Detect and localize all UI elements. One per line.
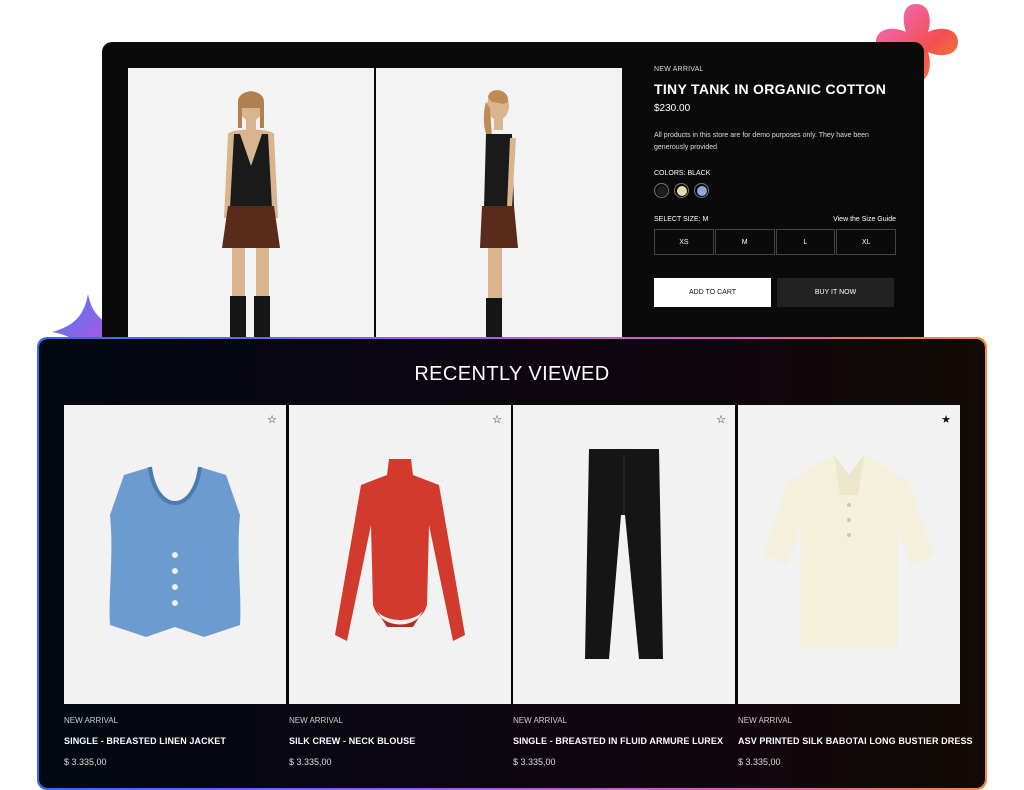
size-option-l[interactable]: L (775, 229, 836, 255)
product-info: NEW ARRIVAL TINY TANK IN ORGANIC COTTON … (654, 66, 896, 307)
recently-viewed-inner: RECENTLY VIEWED ☆ NEW ARRIVAL SINGLE - B… (39, 339, 985, 788)
card-price: $ 3.335,00 (738, 757, 781, 767)
product-tag: NEW ARRIVAL (654, 66, 704, 73)
recently-viewed-title: RECENTLY VIEWED (414, 363, 610, 385)
product-card-image[interactable]: ☆ (513, 405, 735, 704)
size-options: XS M L XL (654, 229, 896, 255)
size-option-xs[interactable]: XS (654, 229, 714, 255)
product-title: TINY TANK IN ORGANIC COTTON (654, 81, 887, 97)
favorite-star-icon[interactable]: ☆ (492, 415, 502, 426)
cream-polo-illustration (764, 455, 934, 649)
color-swatch-cream[interactable] (674, 183, 689, 198)
buy-now-button[interactable]: BUY IT NOW (777, 278, 894, 307)
color-swatch-blue[interactable] (694, 183, 709, 198)
favorite-star-icon[interactable]: ☆ (267, 415, 277, 426)
product-card[interactable]: ☆ NEW ARRIVAL SINGLE - BREASTED LINEN JA… (64, 405, 286, 767)
color-swatches (654, 183, 896, 198)
size-option-m[interactable]: M (714, 229, 775, 255)
add-to-cart-button[interactable]: ADD TO CART (654, 278, 771, 307)
product-card-image[interactable]: ★ (738, 405, 960, 704)
product-note: All products in this store are for demo … (654, 132, 869, 151)
size-row: SELECT SIZE: M View the Size Guide (654, 216, 896, 223)
card-tag: NEW ARRIVAL (289, 716, 344, 725)
product-card[interactable]: ☆ NEW ARRIVAL SINGLE - BREASTED IN FLUID… (513, 405, 735, 767)
red-bodysuit-illustration (335, 459, 465, 641)
card-tag: NEW ARRIVAL (513, 716, 568, 725)
card-name[interactable]: SILK CREW - NECK BLOUSE (289, 736, 511, 746)
product-card-image[interactable]: ☆ (64, 405, 286, 704)
card-price: $ 3.335,00 (513, 757, 556, 767)
product-actions: ADD TO CART BUY IT NOW (654, 278, 896, 307)
card-name[interactable]: SINGLE - BREASTED LINEN JACKET (64, 736, 286, 746)
size-guide-link[interactable]: View the Size Guide (833, 216, 896, 223)
card-tag: NEW ARRIVAL (64, 716, 119, 725)
product-card[interactable]: ★ NEW ARRIVAL ASV PRINTED SILK BABOTAI L… (738, 405, 973, 767)
size-option-xl[interactable]: XL (836, 229, 896, 255)
denim-vest-illustration (109, 466, 241, 637)
product-card[interactable]: ☆ NEW ARRIVAL SILK CREW - NECK BLOUSE $ … (289, 405, 511, 767)
colors-label: COLORS: BLACK (654, 170, 711, 177)
black-trousers-illustration (585, 449, 663, 659)
card-name[interactable]: SINGLE - BREASTED IN FLUID ARMURE LUREX (513, 736, 735, 746)
size-label: SELECT SIZE: M (654, 216, 709, 223)
product-card-image[interactable]: ☆ (289, 405, 511, 704)
card-tag: NEW ARRIVAL (738, 716, 793, 725)
color-swatch-black[interactable] (654, 183, 669, 198)
card-name[interactable]: ASV PRINTED SILK BABOTAI LONG BUSTIER DR… (738, 736, 973, 746)
card-price: $ 3.335,00 (289, 757, 332, 767)
recently-viewed-panel: RECENTLY VIEWED ☆ NEW ARRIVAL SINGLE - B… (37, 337, 987, 790)
product-price: $230.00 (654, 103, 691, 114)
favorite-star-icon[interactable]: ☆ (716, 415, 726, 426)
card-price: $ 3.335,00 (64, 757, 107, 767)
favorite-star-icon[interactable]: ★ (941, 415, 951, 426)
